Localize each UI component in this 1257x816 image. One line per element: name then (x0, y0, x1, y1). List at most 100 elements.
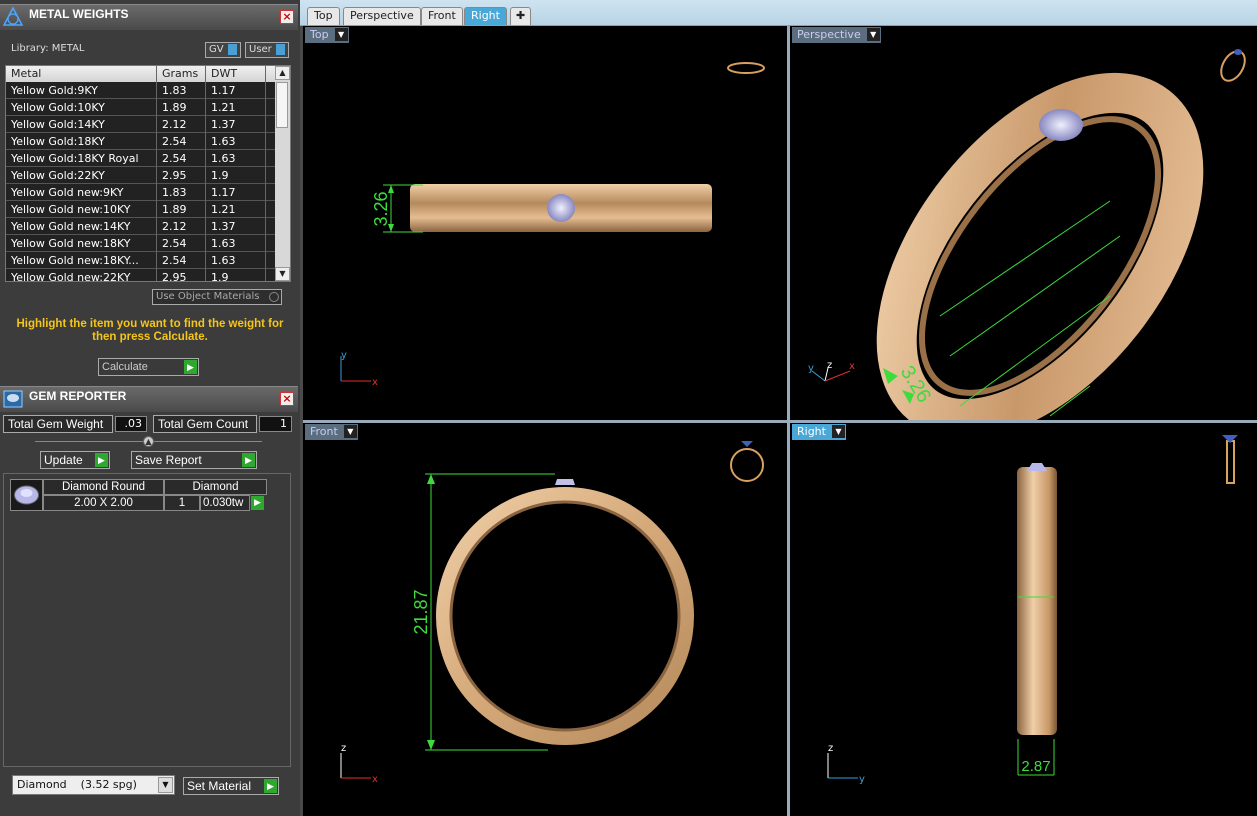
table-row[interactable]: Yellow Gold new:10KY 1.89 1.21 (6, 201, 276, 218)
close-icon[interactable]: × (280, 10, 294, 24)
metal-name: Yellow Gold new:10KY (11, 203, 131, 216)
total-gem-count-value: 1 (259, 416, 292, 432)
viewport-splitter-horizontal[interactable] (303, 420, 1257, 423)
metal-name: Yellow Gold:9KY (11, 84, 98, 97)
table-row[interactable]: Yellow Gold:18KY 2.54 1.63 (6, 133, 276, 150)
nav-ring-icon[interactable] (730, 441, 764, 482)
metal-name: Yellow Gold new:9KY (11, 186, 124, 199)
gem-detail-play-icon[interactable]: ▶ (251, 496, 264, 510)
collapse-icon[interactable]: ▲ (143, 436, 154, 447)
tab-front[interactable]: Front (421, 7, 463, 25)
metal-weights-icon (2, 6, 24, 26)
ring-front (436, 487, 694, 745)
metal-dwt: 1.37 (211, 118, 236, 131)
table-row[interactable]: Yellow Gold new:22KY 2.95 1.9 (6, 269, 276, 282)
diamond-round-icon (10, 479, 43, 511)
set-material-button[interactable]: Set Material ▶ (183, 777, 279, 795)
metal-grams: 2.54 (162, 254, 187, 267)
material-select[interactable]: Diamond (3.52 spg) ▼ (12, 775, 175, 795)
play-icon: ▶ (242, 453, 255, 467)
ring-right (1017, 467, 1057, 735)
gem-material[interactable]: Diamond (164, 479, 267, 495)
calculate-button[interactable]: Calculate ▶ (98, 358, 199, 376)
table-row[interactable]: Yellow Gold new:18KY... 2.54 1.63 (6, 252, 276, 269)
gem-top (547, 194, 575, 222)
metal-grams: 2.95 (162, 169, 187, 182)
viewport-perspective-label[interactable]: Perspective ▼ (792, 27, 881, 43)
metal-dwt: 1.17 (211, 84, 236, 97)
metal-scrollbar[interactable]: ▲ ▼ (275, 66, 290, 281)
metal-dwt: 1.9 (211, 271, 229, 282)
metal-name: Yellow Gold new:22KY (11, 271, 131, 282)
metal-table-header: Metal Grams DWT (6, 66, 276, 82)
metal-weights-titlebar: METAL WEIGHTS × (0, 4, 298, 30)
nav-ring-icon[interactable] (1222, 435, 1238, 484)
viewport-front-label[interactable]: Front ▼ (305, 424, 358, 440)
metal-name: Yellow Gold new:14KY (11, 220, 131, 233)
axis-y-label: y (341, 350, 347, 361)
viewport-front[interactable]: 21.87 z x Front ▼ (303, 423, 787, 816)
gem-list: Diamond Round Diamond 2.00 X 2.00 1 0.03… (3, 473, 291, 767)
col-grams[interactable]: Grams (162, 67, 198, 80)
viewport-perspective[interactable]: 3.26 y z x Perspective ▼ (790, 26, 1257, 420)
gem-size: 2.00 X 2.00 (43, 495, 164, 511)
table-row[interactable]: Yellow Gold:9KY 1.83 1.17 (6, 82, 276, 99)
scroll-thumb[interactable] (276, 82, 288, 128)
metal-dwt: 1.63 (211, 254, 236, 267)
tab-right[interactable]: Right (464, 7, 507, 25)
use-object-materials-toggle[interactable]: Use Object Materials (152, 289, 282, 305)
metal-grams: 1.89 (162, 203, 187, 216)
calculate-hint: Highlight the item you want to find the … (16, 318, 284, 343)
axis-z-label: z (827, 360, 832, 371)
chevron-down-icon[interactable]: ▼ (158, 777, 173, 793)
viewport-top-label[interactable]: Top ▼ (305, 27, 349, 43)
chevron-down-icon[interactable]: ▼ (831, 425, 845, 438)
table-row[interactable]: Yellow Gold new:9KY 1.83 1.17 (6, 184, 276, 201)
viewport-right-label[interactable]: Right ▼ (792, 424, 846, 440)
add-tab-icon[interactable]: ✚ (510, 7, 532, 25)
user-toggle[interactable]: User (245, 42, 289, 58)
gv-toggle[interactable]: GV (205, 42, 241, 58)
gem-front (555, 479, 575, 485)
table-row[interactable]: Yellow Gold:22KY 2.95 1.9 (6, 167, 276, 184)
dim-front: 21.87 (411, 589, 431, 634)
table-row[interactable]: Yellow Gold:10KY 1.89 1.21 (6, 99, 276, 116)
right-view-canvas: 2.87 z y (827, 435, 1238, 785)
gem-weight: 0.030tw (200, 495, 250, 511)
table-row[interactable]: Yellow Gold new:18KY 2.54 1.63 (6, 235, 276, 252)
chevron-down-icon[interactable]: ▼ (343, 425, 357, 438)
metal-dwt: 1.9 (211, 169, 229, 182)
set-material-label: Set Material (187, 779, 252, 793)
scroll-up-icon[interactable]: ▲ (275, 66, 290, 80)
table-row[interactable]: Yellow Gold:18KY Royal 2.54 1.63 (6, 150, 276, 167)
tab-perspective[interactable]: Perspective (343, 7, 421, 25)
tab-top[interactable]: Top (307, 7, 340, 25)
save-report-button[interactable]: Save Report ▶ (131, 451, 257, 469)
col-metal[interactable]: Metal (11, 67, 41, 80)
scroll-down-icon[interactable]: ▼ (275, 267, 290, 281)
close-icon[interactable]: × (280, 392, 294, 406)
table-row[interactable]: Yellow Gold:14KY 2.12 1.37 (6, 116, 276, 133)
gem-shape[interactable]: Diamond Round (43, 479, 164, 495)
viewport-top[interactable]: 3.26 y x Top ▼ (303, 26, 787, 420)
play-icon: ▶ (264, 779, 277, 793)
viewport-tabs: Top Perspective Front Right ✚ (300, 0, 1257, 26)
viewport-right[interactable]: 2.87 z y Right ▼ (790, 423, 1257, 816)
axis-x-label: x (372, 377, 378, 388)
chevron-down-icon[interactable]: ▼ (334, 28, 348, 41)
metal-dwt: 1.63 (211, 237, 236, 250)
dim-top: 3.26 (371, 191, 391, 226)
update-button[interactable]: Update ▶ (40, 451, 110, 469)
chevron-down-icon[interactable]: ▼ (866, 28, 880, 41)
metal-grams: 2.95 (162, 271, 187, 282)
col-dwt[interactable]: DWT (211, 67, 237, 80)
table-row[interactable]: Yellow Gold new:14KY 2.12 1.37 (6, 218, 276, 235)
metal-weights-title: METAL WEIGHTS (29, 7, 129, 21)
top-view-canvas: 3.26 y x (340, 62, 765, 388)
nav-ring-icon[interactable] (1216, 47, 1249, 85)
metal-name: Yellow Gold:10KY (11, 101, 105, 114)
axis-x-label: x (849, 361, 855, 372)
metal-grams: 2.12 (162, 220, 187, 233)
nav-ring-icon[interactable] (727, 62, 765, 74)
save-report-label: Save Report (135, 453, 202, 467)
